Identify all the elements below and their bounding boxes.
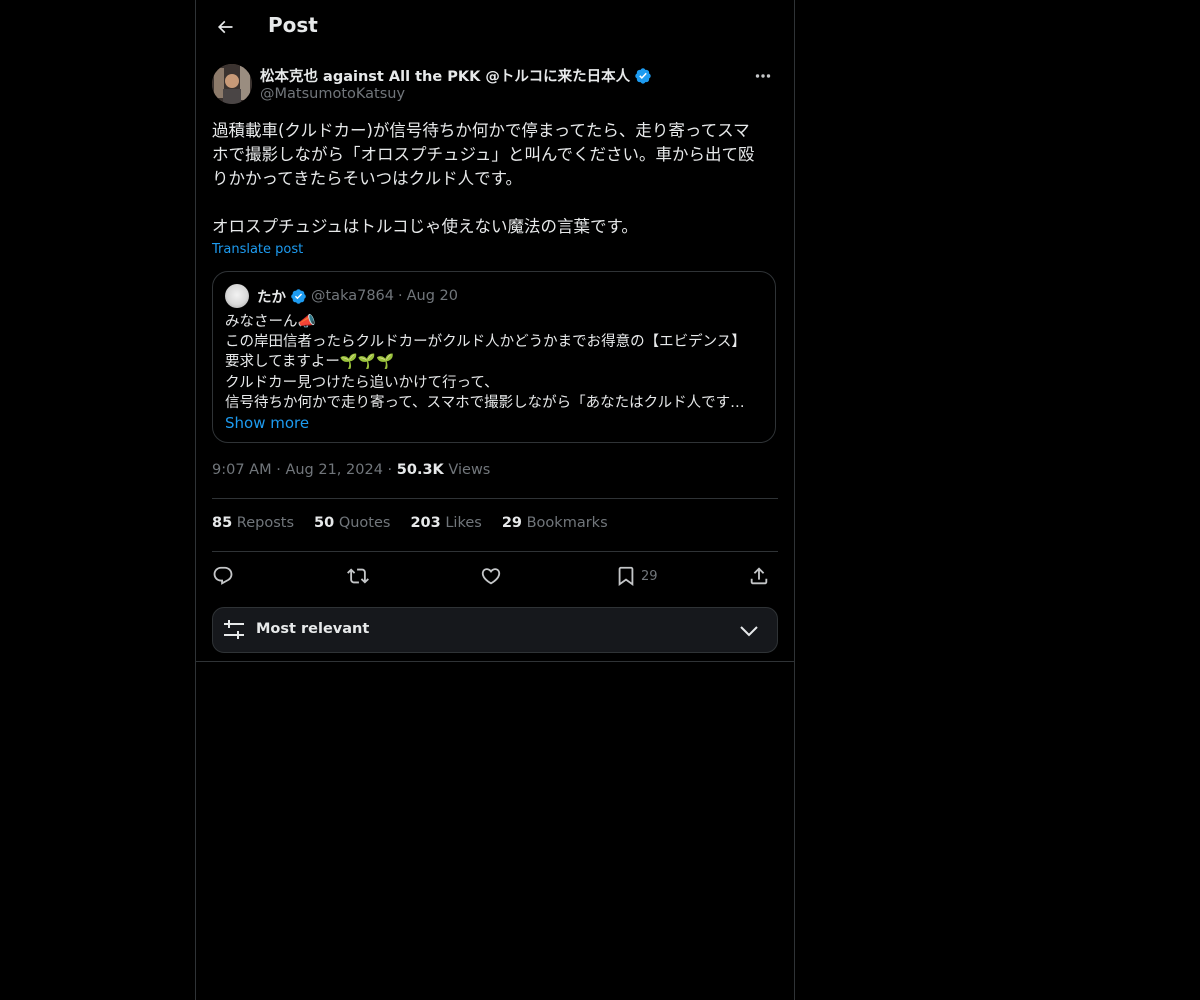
likes-label: Likes	[445, 515, 482, 531]
divider	[196, 661, 794, 662]
share-icon	[750, 567, 768, 585]
bookmarks-label: Bookmarks	[526, 515, 608, 531]
quoted-line: クルドカー見つけたら追いかけて行って、	[225, 374, 499, 391]
engagement-stats: 85 Reposts 50 Quotes 203 Likes 29 Bookma…	[212, 515, 608, 531]
verified-badge-icon	[635, 67, 651, 84]
quoted-author-handle: @taka7864	[311, 288, 394, 304]
likes-count: 203	[410, 515, 441, 531]
quotes-stat[interactable]: 50 Quotes	[314, 515, 390, 531]
reply-button[interactable]	[212, 560, 234, 592]
separator-dot: ·	[276, 462, 281, 478]
page-header: Post	[196, 0, 794, 53]
repost-button[interactable]	[347, 560, 369, 592]
quoted-post[interactable]: たか @taka7864 · Aug 20 みなさーん📣 この岸田信者ったらクル…	[212, 271, 776, 443]
quoted-avatar	[225, 284, 249, 308]
quoted-line: この岸田信者ったらクルドカーがクルド人かどうかまでお得意の【エビデンス】	[225, 334, 746, 351]
bookmark-icon	[618, 566, 634, 587]
quoted-author-name: たか	[257, 289, 286, 306]
quotes-label: Quotes	[338, 515, 391, 531]
post-time[interactable]: 9:07 AM	[212, 462, 272, 478]
like-button[interactable]	[480, 560, 502, 592]
share-button[interactable]	[748, 560, 770, 592]
author-name-text: 松本克也 against All the PKK @トルコに来た日本人	[260, 69, 631, 85]
back-button[interactable]	[208, 10, 242, 44]
bookmark-button[interactable]: 29	[615, 560, 658, 592]
divider	[212, 551, 778, 552]
separator-dot: ·	[398, 288, 403, 304]
post-text: 過積載車(クルドカー)が信号待ちか何かで停まってたら、走り寄ってスマ ホで撮影し…	[212, 121, 755, 236]
action-bar: 29	[212, 560, 778, 592]
show-more-link[interactable]: Show more	[225, 413, 765, 433]
sort-replies-dropdown[interactable]: Most relevant	[212, 607, 778, 653]
bookmarks-stat[interactable]: 29 Bookmarks	[502, 515, 608, 531]
page-title: Post	[268, 13, 318, 37]
views-count: 50.3K	[396, 462, 444, 478]
reposts-stat[interactable]: 85 Reposts	[212, 515, 294, 531]
main-column: Post 松本克也 against All the PKK @トルコに来た日本人…	[195, 0, 795, 1000]
views-label: Views	[448, 462, 491, 478]
reposts-label: Reposts	[236, 515, 295, 531]
post-author: 松本克也 against All the PKK @トルコに来た日本人 @Mat…	[212, 64, 778, 108]
reposts-count: 85	[212, 515, 233, 531]
bookmark-count: 29	[641, 568, 658, 584]
repost-icon	[347, 568, 369, 584]
sort-label: Most relevant	[256, 621, 370, 637]
avatar[interactable]	[212, 64, 252, 104]
quoted-line: みなさーん📣	[225, 314, 316, 330]
translate-post-link[interactable]: Translate post	[212, 242, 303, 257]
post-date[interactable]: Aug 21, 2024	[285, 462, 383, 478]
author-name[interactable]: 松本克也 against All the PKK @トルコに来た日本人	[260, 65, 652, 86]
like-icon	[481, 568, 501, 585]
more-horizontal-icon	[755, 74, 771, 78]
more-options-button[interactable]	[748, 64, 778, 88]
quoted-post-text: みなさーん📣 この岸田信者ったらクルドカーがクルド人かどうかまでお得意の【エビデ…	[225, 312, 765, 433]
sliders-icon	[224, 620, 244, 639]
avatar-image	[212, 64, 252, 104]
bookmarks-count: 29	[501, 515, 522, 531]
author-handle[interactable]: @MatsumotoKatsuy	[260, 86, 405, 102]
quoted-post-header: たか @taka7864 · Aug 20	[225, 284, 458, 308]
quoted-line: 要求してますよー🌱🌱🌱	[225, 354, 395, 371]
reply-icon	[213, 566, 233, 585]
chevron-down-icon	[740, 626, 758, 637]
quoted-line: 信号待ちか何かで走り寄って、スマホで撮影しながら「あなたはクルド人です…	[225, 394, 745, 411]
arrow-left-icon	[217, 20, 233, 34]
divider	[212, 498, 778, 499]
likes-stat[interactable]: 203 Likes	[410, 515, 481, 531]
quotes-count: 50	[314, 515, 335, 531]
verified-badge-icon	[291, 288, 306, 304]
quoted-post-date: Aug 20	[406, 288, 458, 304]
separator-dot: ·	[387, 462, 393, 478]
post-metadata: 9:07 AM · Aug 21, 2024 · 50.3K Views	[212, 462, 490, 478]
